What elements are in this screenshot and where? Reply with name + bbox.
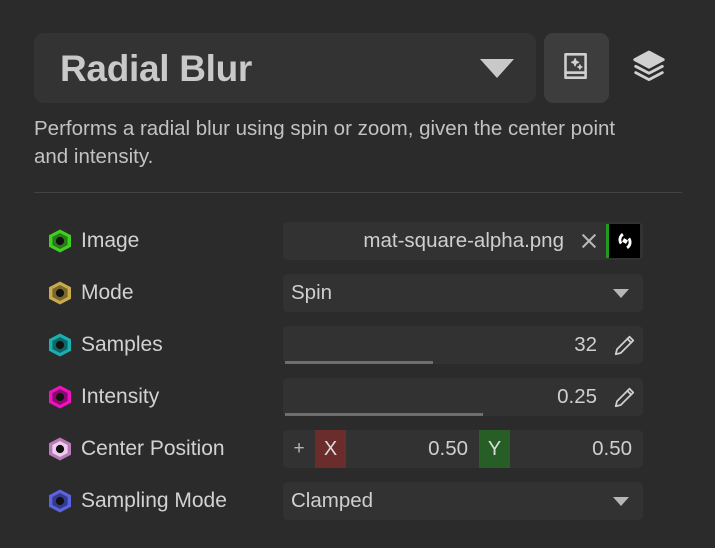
axis-badge-y[interactable]: Y [479, 430, 510, 468]
hexagon-socket-icon [49, 333, 71, 357]
hexagon-socket-icon [49, 229, 71, 253]
property-label-intensity: Intensity [81, 385, 160, 408]
socket-sampling-mode[interactable] [47, 488, 73, 514]
intensity-value: 0.25 [557, 385, 597, 408]
expand-vector-button[interactable]: + [283, 430, 315, 468]
center-position-y-value[interactable]: 0.50 [510, 430, 643, 468]
hexagon-socket-icon [49, 437, 71, 461]
property-row-center-position: Center Position + X 0.50 Y 0.50 [0, 423, 715, 475]
socket-intensity[interactable] [47, 384, 73, 410]
clear-icon[interactable] [578, 222, 600, 260]
socket-image[interactable] [47, 228, 73, 254]
layers-button[interactable] [617, 33, 682, 103]
hexagon-socket-icon [49, 281, 71, 305]
intensity-slider-field[interactable]: 0.25 [283, 378, 643, 416]
chevron-down-icon[interactable] [479, 58, 514, 78]
edit-pencil-icon[interactable] [609, 326, 639, 364]
property-label-center-position: Center Position [81, 437, 225, 460]
intensity-slider-fill[interactable] [285, 413, 483, 416]
property-label-mode: Mode [81, 281, 134, 304]
edit-pencil-icon[interactable] [609, 378, 639, 416]
panel-header: Radial Blur [34, 33, 682, 103]
center-position-x-value[interactable]: 0.50 [346, 430, 479, 468]
image-asset-field[interactable]: mat-square-alpha.png [283, 222, 643, 260]
node-type-selector[interactable]: Radial Blur [34, 33, 536, 103]
property-label-samples: Samples [81, 333, 163, 356]
mode-value: Spin [291, 281, 333, 304]
hexagon-socket-icon [49, 385, 71, 409]
socket-center-position[interactable] [47, 436, 73, 462]
samples-slider-fill[interactable] [285, 361, 433, 364]
property-label-image: Image [81, 229, 140, 252]
property-label-sampling-mode: Sampling Mode [81, 489, 227, 512]
chevron-down-icon[interactable] [613, 496, 629, 506]
samples-slider-field[interactable]: 32 [283, 326, 643, 364]
socket-mode[interactable] [47, 280, 73, 306]
sampling-mode-value: Clamped [291, 489, 374, 512]
node-properties-panel: Radial Blur Performs a radial blur using… [0, 0, 715, 548]
docs-button[interactable] [543, 33, 609, 103]
property-row-intensity: Intensity 0.25 [0, 371, 715, 423]
texture-thumbnail[interactable] [606, 224, 640, 258]
image-asset-name: mat-square-alpha.png [363, 229, 564, 252]
texture-preview-icon [615, 230, 634, 252]
book-sparkle-icon [558, 48, 594, 89]
chevron-down-icon[interactable] [613, 288, 629, 298]
center-position-vector-field: + X 0.50 Y 0.50 [283, 430, 643, 468]
property-list: Image mat-square-alpha.png Mode Spin Sam… [0, 215, 715, 527]
node-description: Performs a radial blur using spin or zoo… [34, 117, 616, 168]
layers-stack-icon [630, 47, 668, 90]
mode-dropdown[interactable]: Spin [283, 274, 643, 312]
sampling-mode-dropdown[interactable]: Clamped [283, 482, 643, 520]
property-row-samples: Samples 32 [0, 319, 715, 371]
page-title: Radial Blur [60, 47, 253, 89]
section-divider [34, 192, 682, 193]
hexagon-socket-icon [49, 489, 71, 513]
axis-badge-x[interactable]: X [315, 430, 346, 468]
socket-samples[interactable] [47, 332, 73, 358]
property-row-mode: Mode Spin [0, 267, 715, 319]
property-row-image: Image mat-square-alpha.png [0, 215, 715, 267]
samples-value: 32 [574, 333, 597, 356]
property-row-sampling-mode: Sampling Mode Clamped [0, 475, 715, 527]
